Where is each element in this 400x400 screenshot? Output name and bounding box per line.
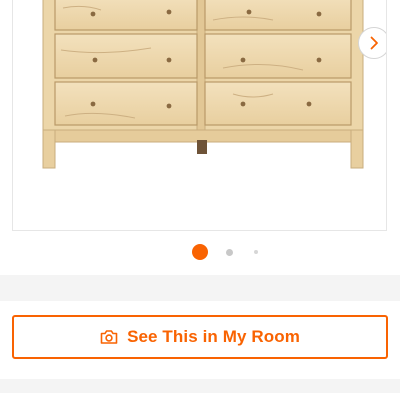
camera-icon [100,329,118,345]
see-in-my-room-label: See This in My Room [127,327,300,346]
section-divider [0,275,400,301]
product-page: See This in My Room [0,0,400,400]
product-image-gallery[interactable] [12,0,387,231]
carousel-pagination [0,244,400,260]
product-image[interactable] [13,0,387,231]
chevron-right-icon [370,36,378,50]
see-in-my-room-button[interactable]: See This in My Room [12,315,388,359]
section-divider-bottom [0,379,400,393]
next-image-button[interactable] [358,27,386,59]
carousel-dot[interactable] [254,250,258,254]
carousel-dot-active[interactable] [192,244,208,260]
carousel-dot[interactable] [226,248,233,256]
